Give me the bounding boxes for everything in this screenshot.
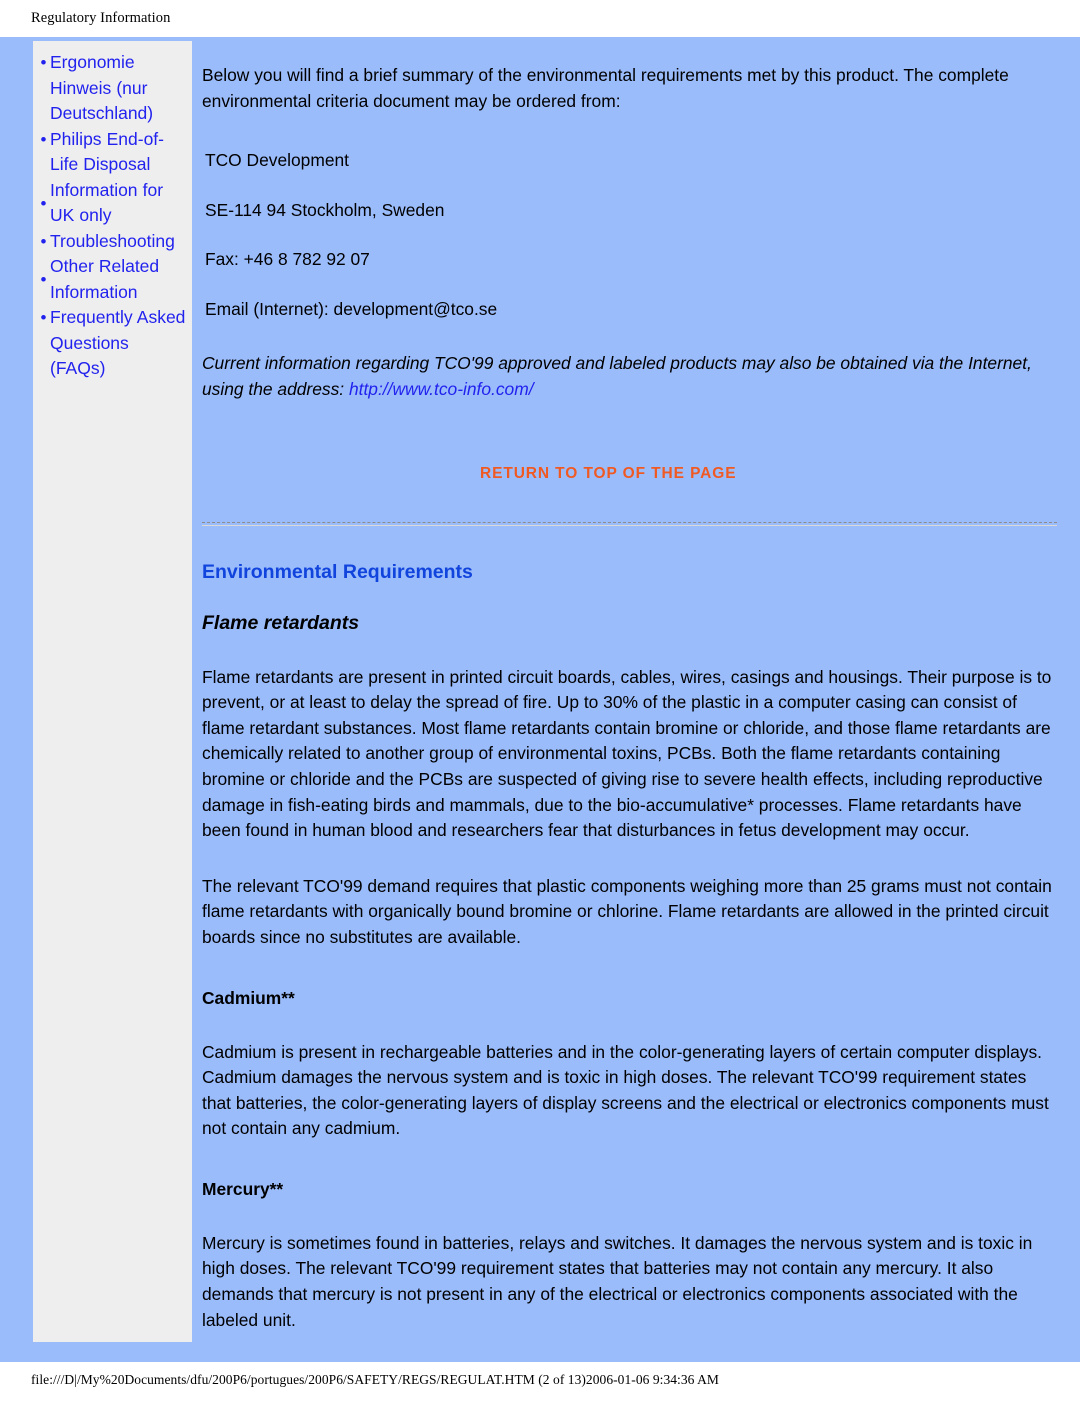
return-to-top-link[interactable]: RETURN TO TOP OF THE PAGE [480, 465, 736, 482]
address-organization: TCO Development [205, 150, 350, 171]
address-city-line: SE-114 94 Stockholm, Sweden [205, 199, 445, 220]
sidebar-item-label[interactable]: Ergonomie Hinweis (nur Deutschland) [50, 50, 188, 127]
sidebar-item-troubleshooting[interactable]: • Troubleshooting [37, 229, 188, 255]
sidebar-item-label[interactable]: Frequently Asked Questions (FAQs) [50, 305, 188, 382]
flame-retardants-paragraph-2: The relevant TCO'99 demand requires that… [202, 875, 1052, 947]
page-title: Regulatory Information [31, 10, 171, 26]
flame-retardants-paragraph-1: Flame retardants are present in printed … [202, 666, 1052, 841]
flame-retardants-subheading: Flame retardants [202, 611, 360, 634]
footer-path: file:///D|/My%20Documents/dfu/200P6/port… [31, 1371, 719, 1387]
return-to-top-container: RETURN TO TOP OF THE PAGE [202, 465, 1057, 483]
bullet-icon: • [40, 129, 47, 149]
sidebar-item-label[interactable]: Other Related Information [50, 254, 188, 305]
sidebar-item-philips-end-of-life-disposal[interactable]: • Philips End-of-Life Disposal [37, 127, 188, 178]
tco-info-link[interactable]: http://www.tco-info.com/ [349, 379, 534, 399]
sidebar-item-label[interactable]: Information for UK only [50, 178, 188, 229]
bullet-icon: • [40, 193, 47, 213]
intro-paragraph: Below you will find a brief summary of t… [202, 65, 1009, 111]
bullet-icon: • [40, 231, 47, 251]
bullet-icon: • [40, 270, 47, 289]
page-canvas: • Ergonomie Hinweis (nur Deutschland) • … [0, 37, 1080, 1390]
sidebar-item-label[interactable]: Philips End-of-Life Disposal [50, 127, 188, 178]
address-fax: Fax: +46 8 782 92 07 [205, 249, 370, 270]
tco-info-note: Current information regarding TCO'99 app… [202, 350, 1057, 403]
sidebar-item-frequently-asked-questions[interactable]: • Frequently Asked Questions (FAQs) [37, 305, 188, 382]
address-email: Email (Internet): development@tco.se [205, 298, 498, 319]
print-footer: file:///D|/My%20Documents/dfu/200P6/port… [0, 1362, 1080, 1397]
sidebar-item-other-related-information[interactable]: • Other Related Information [37, 254, 188, 305]
sidebar-item-label[interactable]: Troubleshooting [50, 229, 188, 255]
cadmium-paragraph: Cadmium is present in rechargeable batte… [202, 1041, 1049, 1139]
section-divider [202, 521, 1057, 526]
environmental-requirements-heading: Environmental Requirements [202, 560, 473, 583]
main-content: Below you will find a brief summary of t… [202, 37, 1057, 1415]
sidebar-item-ergonomie-hinweis[interactable]: • Ergonomie Hinweis (nur Deutschland) [37, 50, 188, 127]
sidebar-nav-list: • Ergonomie Hinweis (nur Deutschland) • … [37, 50, 188, 382]
sidebar: • Ergonomie Hinweis (nur Deutschland) • … [33, 41, 192, 1342]
sidebar-item-information-for-uk-only[interactable]: • Information for UK only [37, 178, 188, 229]
mercury-paragraph: Mercury is sometimes found in batteries,… [202, 1232, 1033, 1330]
address-block: TCO Development SE-114 94 Stockholm, Swe… [202, 148, 1057, 322]
bullet-icon: • [40, 308, 47, 327]
print-header: Regulatory Information [0, 0, 1080, 37]
bullet-icon: • [40, 53, 47, 72]
tco-info-note-text: Current information regarding TCO'99 app… [202, 352, 1032, 400]
mercury-heading: Mercury** [202, 1178, 284, 1199]
cadmium-heading: Cadmium** [202, 987, 295, 1008]
